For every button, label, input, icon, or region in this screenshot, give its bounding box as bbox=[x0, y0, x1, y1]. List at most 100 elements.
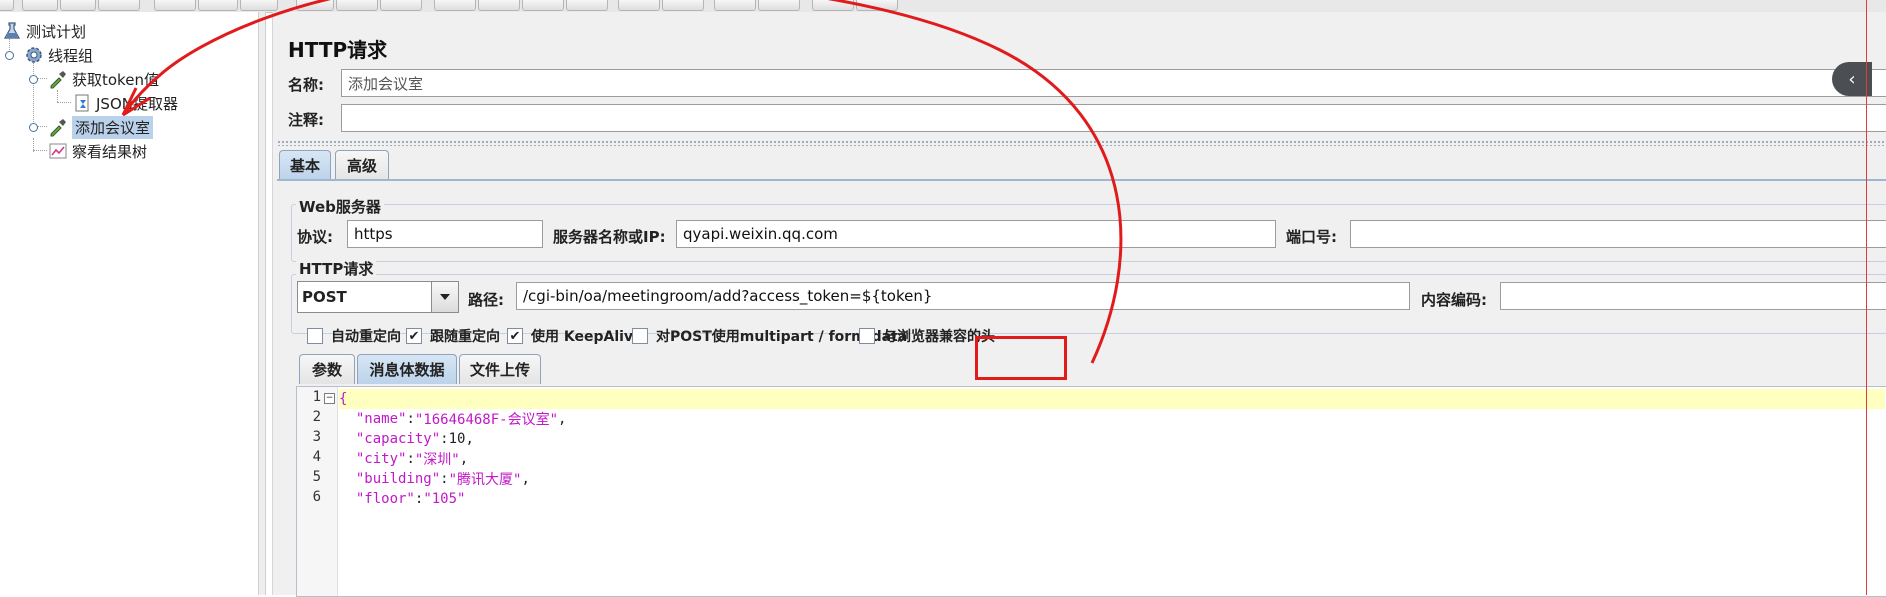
toolbar-button[interactable] bbox=[812, 0, 854, 11]
code-line-3: "capacity":10, bbox=[355, 431, 474, 447]
checkbox[interactable]: ✔ bbox=[406, 328, 422, 344]
method-select[interactable]: POST bbox=[297, 281, 459, 313]
toolbar-button[interactable] bbox=[336, 0, 378, 11]
tree-item-get-token[interactable]: 获取token值 bbox=[48, 68, 159, 90]
toolbar-button[interactable] bbox=[0, 0, 14, 11]
code-line-6: "floor": "105" bbox=[355, 491, 466, 507]
option-follow-redirect[interactable]: ✔ 跟随重定向 bbox=[406, 326, 500, 346]
line-number: 3 bbox=[312, 429, 321, 445]
line-number: 2 bbox=[312, 409, 321, 425]
comment-field[interactable] bbox=[341, 104, 1886, 132]
toolbar-button[interactable] bbox=[856, 0, 898, 11]
extractor-icon bbox=[72, 93, 92, 113]
code-key: "city" bbox=[355, 451, 407, 467]
tab-underline bbox=[277, 179, 1886, 181]
tree-splitter[interactable] bbox=[258, 12, 266, 595]
toolbar-button[interactable] bbox=[154, 0, 196, 11]
code-value: 10 bbox=[448, 431, 466, 447]
toolbar-button[interactable] bbox=[478, 0, 520, 11]
toolbar-button[interactable] bbox=[98, 0, 140, 11]
tree-item-label: 测试计划 bbox=[26, 22, 87, 41]
edge-guide-line bbox=[1866, 0, 1867, 595]
checkbox[interactable]: ✔ bbox=[507, 328, 523, 344]
flask-icon bbox=[2, 21, 22, 41]
tree-expand-handle[interactable] bbox=[29, 75, 38, 84]
toolbar-button[interactable] bbox=[198, 0, 238, 11]
tab-params[interactable]: 参数 bbox=[299, 354, 355, 384]
encoding-label: 内容编码: bbox=[1421, 291, 1487, 309]
fold-toggle-icon[interactable]: − bbox=[324, 393, 335, 404]
checkbox[interactable] bbox=[859, 328, 875, 344]
line-number: 5 bbox=[312, 469, 321, 485]
tab-advanced[interactable]: 高级 bbox=[335, 150, 389, 180]
toolbar-button[interactable] bbox=[522, 0, 564, 11]
option-label: 自动重定向 bbox=[331, 329, 401, 345]
tree-item-test-plan[interactable]: 测试计划 bbox=[2, 20, 86, 42]
line-number: 1 bbox=[312, 389, 321, 405]
code-line-2: "name": "16646468F-会议室", bbox=[355, 411, 567, 428]
tree-connector bbox=[57, 90, 58, 102]
toolbar-button[interactable] bbox=[758, 0, 800, 11]
body-data-editor[interactable]: 1 2 3 4 5 6 − { "name": "16646468F-会议室", … bbox=[296, 386, 1886, 597]
option-label: 跟随重定向 bbox=[430, 329, 500, 345]
tree-expand-handle[interactable] bbox=[29, 123, 38, 132]
http-request-group-title: HTTP请求 bbox=[296, 258, 377, 279]
web-server-group-title: Web服务器 bbox=[296, 196, 384, 217]
encoding-field[interactable] bbox=[1500, 282, 1886, 310]
code-key: "capacity" bbox=[355, 431, 441, 447]
gear-icon bbox=[24, 45, 44, 65]
path-field[interactable]: /cgi-bin/oa/meetingroom/add?access_token… bbox=[516, 282, 1410, 310]
port-label: 端口号: bbox=[1286, 228, 1337, 246]
tab-body-data[interactable]: 消息体数据 bbox=[357, 354, 457, 384]
toolbar-button[interactable] bbox=[618, 0, 660, 11]
page-title: HTTP请求 bbox=[288, 38, 388, 62]
port-field[interactable] bbox=[1350, 220, 1886, 248]
line-number: 4 bbox=[312, 449, 321, 465]
name-field[interactable]: 添加会议室 bbox=[341, 69, 1886, 97]
dropper-icon bbox=[48, 69, 68, 89]
toolbar-button[interactable] bbox=[662, 0, 704, 11]
tab-basic[interactable]: 基本 bbox=[279, 150, 331, 180]
protocol-label: 协议: bbox=[297, 228, 333, 246]
chevron-left-icon: ‹ bbox=[1848, 68, 1856, 90]
tree-connector bbox=[57, 102, 71, 103]
comment-label: 注释: bbox=[288, 111, 324, 129]
toolbar-button[interactable] bbox=[60, 0, 96, 11]
tree-item-label: 添加会议室 bbox=[72, 115, 154, 139]
tree-item-label: 线程组 bbox=[48, 46, 94, 65]
protocol-field[interactable]: https bbox=[347, 220, 543, 248]
option-auto-redirect[interactable]: 自动重定向 bbox=[307, 326, 401, 346]
toolbar-button[interactable] bbox=[714, 0, 756, 11]
tree-item-label: 察看结果树 bbox=[72, 142, 148, 161]
dropper-icon bbox=[48, 117, 68, 137]
server-label: 服务器名称或IP: bbox=[553, 228, 666, 246]
code-value: "腾讯大厦" bbox=[448, 472, 522, 488]
toolbar-button[interactable] bbox=[566, 0, 608, 11]
toolbar-button[interactable] bbox=[22, 0, 58, 11]
code-key: "floor" bbox=[355, 491, 415, 507]
toolbar-button[interactable] bbox=[240, 0, 278, 11]
tree-item-add-meeting-room[interactable]: 添加会议室 bbox=[48, 115, 154, 139]
tree-expand-handle[interactable] bbox=[5, 51, 14, 60]
chevron-down-icon[interactable] bbox=[431, 282, 458, 312]
line-number-gutter: 1 2 3 4 5 6 − bbox=[297, 387, 338, 596]
tree-item-json-extractor[interactable]: JSON提取器 bbox=[72, 92, 178, 114]
path-label: 路径: bbox=[468, 291, 504, 309]
tab-file-upload[interactable]: 文件上传 bbox=[459, 354, 541, 384]
checkbox[interactable] bbox=[632, 328, 648, 344]
checkbox[interactable] bbox=[307, 328, 323, 344]
code-line-4: "city": "深圳", bbox=[355, 451, 469, 468]
toolbar-button[interactable] bbox=[434, 0, 476, 11]
code-key: "building" bbox=[355, 471, 441, 487]
code-value: "深圳" bbox=[414, 452, 460, 468]
tree-item-thread-group[interactable]: 线程组 bbox=[24, 44, 93, 66]
tree-item-label: 获取token值 bbox=[72, 70, 159, 89]
code-value: "105" bbox=[423, 491, 466, 507]
server-field[interactable]: qyapi.weixin.qq.com bbox=[676, 220, 1276, 248]
line-number: 6 bbox=[312, 489, 321, 505]
toolbar-button[interactable] bbox=[380, 0, 422, 11]
option-keepalive[interactable]: ✔ 使用 KeepAlive bbox=[507, 326, 643, 346]
code-token: { bbox=[339, 391, 348, 407]
tree-item-view-results-tree[interactable]: 察看结果树 bbox=[48, 140, 147, 162]
toolbar-button[interactable] bbox=[296, 0, 334, 11]
